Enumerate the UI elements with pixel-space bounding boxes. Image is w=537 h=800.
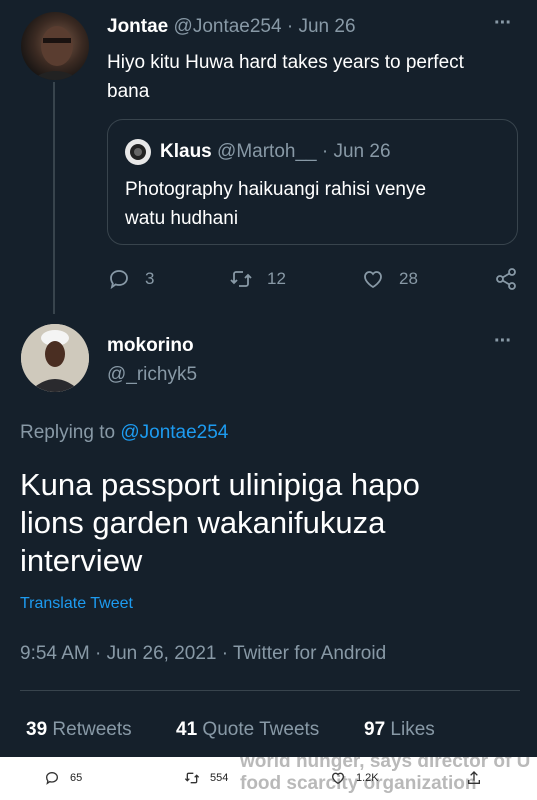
background-text: world hunger, says director of U food sc… — [240, 757, 530, 795]
tweet1-header: Jontae @Jontae254 · Jun 26 — [107, 16, 356, 38]
like-count: 28 — [399, 269, 418, 288]
tweet1-handle[interactable]: @Jontae254 — [174, 16, 282, 37]
retweets-stat[interactable]: 39 Retweets — [26, 719, 132, 741]
quotes-label: Quote Tweets — [202, 719, 320, 740]
likes-stat[interactable]: 97 Likes — [364, 719, 435, 741]
bottom-share-button[interactable] — [466, 769, 482, 792]
tweet1-date[interactable]: · Jun 26 — [287, 16, 356, 37]
tweet2-text-line: Kuna passport ulinipiga hapo — [20, 467, 420, 502]
translate-tweet-link[interactable]: Translate Tweet — [20, 595, 133, 613]
share-icon — [496, 268, 516, 290]
replying-to-handle[interactable]: @Jontae254 — [120, 422, 228, 443]
quotes-count: 41 — [176, 719, 198, 740]
retweet-button[interactable]: 12 — [229, 267, 286, 291]
quote-text: Photography haikuangi rahisi venye watu … — [125, 175, 426, 233]
quote-date: · Jun 26 — [321, 141, 391, 162]
quote-author-name: Klaus — [160, 141, 212, 162]
reply-icon — [45, 771, 59, 785]
quote-text-line: watu hudhani — [125, 208, 239, 229]
tweet2-text-line: lions garden wakanifukuza — [20, 505, 386, 540]
jontae-avatar[interactable] — [21, 12, 89, 80]
retweets-count: 39 — [26, 719, 48, 740]
bottom-reply-count: 65 — [70, 772, 83, 784]
tweet1-text-line: Hiyo kitu Huwa hard takes years to perfe… — [107, 52, 464, 73]
mokorino-avatar[interactable] — [21, 324, 89, 392]
reply-button[interactable]: 3 — [107, 267, 154, 291]
retweet-count: 12 — [267, 269, 286, 288]
bottom-retweet-button[interactable]: 554 — [184, 770, 228, 786]
tweet2-author-name[interactable]: mokorino — [107, 335, 194, 357]
retweet-icon — [184, 772, 200, 784]
bottom-reply-button[interactable]: 65 — [44, 770, 82, 786]
quote-text-line: Photography haikuangi rahisi venye — [125, 179, 427, 200]
tweet1-text: Hiyo kitu Huwa hard takes years to perfe… — [107, 48, 464, 106]
quote-header: Klaus @Martoh__ · Jun 26 — [160, 141, 391, 163]
heart-icon — [331, 772, 345, 785]
retweets-label: Retweets — [52, 719, 132, 740]
tweet2-timestamp[interactable]: 9:54 AM · Jun 26, 2021 · Twitter for And… — [20, 643, 386, 665]
heart-icon — [364, 271, 382, 289]
tweet1-author-name[interactable]: Jontae — [107, 16, 168, 37]
bottom-like-count: 1.2K — [356, 772, 379, 784]
tweet1-more-icon[interactable]: ··· — [494, 12, 512, 35]
share-button[interactable] — [494, 267, 518, 296]
reply-count: 3 — [145, 269, 155, 288]
background-text-line: food scarcity organization — [240, 773, 477, 794]
reply-icon — [110, 270, 128, 290]
likes-count: 97 — [364, 719, 386, 740]
klaus-avatar[interactable] — [125, 139, 151, 165]
divider — [20, 690, 520, 691]
tweet2-text: Kuna passport ulinipiga hapo lions garde… — [20, 466, 420, 580]
like-button[interactable]: 28 — [361, 267, 418, 291]
retweet-icon — [230, 271, 252, 287]
likes-label: Likes — [390, 719, 435, 740]
tweet1-text-line: bana — [107, 81, 150, 102]
quote-handle: @Martoh__ — [217, 141, 317, 162]
thread-line — [53, 82, 55, 314]
tweet2-text-line: interview — [20, 543, 143, 578]
upload-icon — [468, 771, 480, 784]
bottom-retweet-count: 554 — [210, 772, 229, 784]
replying-to: Replying to @Jontae254 — [20, 422, 228, 444]
bottom-action-bar: world hunger, says director of U food sc… — [0, 757, 537, 800]
replying-to-label: Replying to — [20, 422, 116, 443]
background-text-line: world hunger, says director of U — [240, 757, 531, 772]
tweet2-handle[interactable]: @_richyk5 — [107, 364, 197, 386]
tweet2-more-icon[interactable]: ··· — [494, 330, 512, 353]
bottom-like-button[interactable]: 1.2K — [330, 770, 379, 786]
quote-tweets-stat[interactable]: 41 Quote Tweets — [176, 719, 319, 741]
